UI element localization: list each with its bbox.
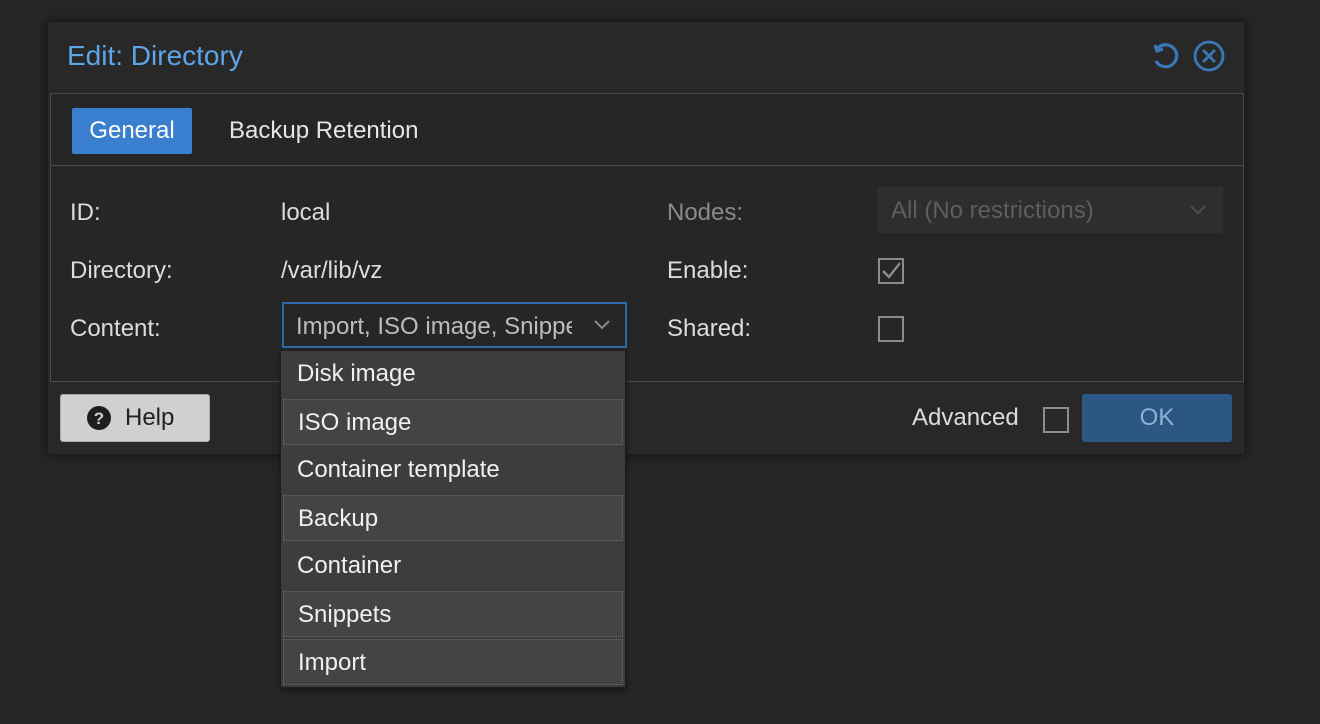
content-combobox-value: Import, ISO image, Snippets	[296, 313, 572, 340]
content-dropdown-list: Disk image ISO image Container template …	[280, 350, 626, 688]
content-label: Content:	[70, 315, 161, 342]
help-button-label: Help	[125, 404, 175, 431]
advanced-label: Advanced	[912, 404, 1019, 431]
dropdown-option-container[interactable]: Container	[283, 543, 623, 589]
enable-label: Enable:	[667, 257, 749, 284]
content-combobox[interactable]: Import, ISO image, Snippets	[282, 302, 627, 348]
dropdown-option-container-template[interactable]: Container template	[283, 447, 623, 493]
question-circle-icon: ?	[87, 406, 111, 430]
option-label: Snippets	[298, 601, 392, 628]
enable-checkbox[interactable]	[878, 258, 904, 284]
checkmark-icon	[882, 262, 901, 279]
dropdown-option-import[interactable]: Import	[283, 639, 623, 685]
dropdown-option-snippets[interactable]: Snippets	[283, 591, 623, 637]
directory-label: Directory:	[70, 257, 173, 284]
option-label: Backup	[298, 505, 379, 532]
id-label: ID:	[70, 199, 101, 226]
shared-checkbox[interactable]	[878, 316, 904, 342]
ok-button[interactable]: OK	[1082, 394, 1232, 442]
reset-icon[interactable]	[1149, 39, 1183, 73]
form-panel: General Backup Retention ID: local Direc…	[50, 93, 1244, 382]
chevron-down-icon	[1190, 205, 1206, 215]
option-label: Import	[298, 649, 367, 676]
option-label: Container template	[297, 456, 500, 483]
chevron-down-icon[interactable]	[593, 318, 611, 332]
nodes-combobox: All (No restrictions)	[877, 187, 1223, 233]
option-label: Container	[297, 552, 402, 579]
advanced-checkbox[interactable]	[1043, 407, 1069, 433]
shared-label: Shared:	[667, 315, 752, 342]
nodes-label: Nodes:	[667, 199, 744, 226]
dropdown-option-iso-image[interactable]: ISO image	[283, 399, 623, 445]
dialog-title: Edit: Directory	[67, 40, 243, 71]
edit-directory-dialog: Edit: Directory General Backup Retention…	[47, 21, 1245, 455]
option-label: Disk image	[297, 360, 416, 387]
id-value: local	[281, 199, 331, 226]
tab-general[interactable]: General	[72, 108, 192, 154]
nodes-combobox-value: All (No restrictions)	[891, 197, 1094, 224]
directory-value: /var/lib/vz	[281, 257, 383, 284]
help-button[interactable]: ? Help	[60, 394, 210, 442]
dropdown-option-backup[interactable]: Backup	[283, 495, 623, 541]
tab-bar: General Backup Retention	[51, 94, 1243, 166]
tab-backup-retention[interactable]: Backup Retention	[215, 108, 432, 154]
svg-text:?: ?	[94, 409, 104, 428]
dropdown-option-disk-image[interactable]: Disk image	[283, 351, 623, 397]
option-label: ISO image	[298, 409, 412, 436]
close-circle-icon[interactable]	[1192, 39, 1226, 73]
